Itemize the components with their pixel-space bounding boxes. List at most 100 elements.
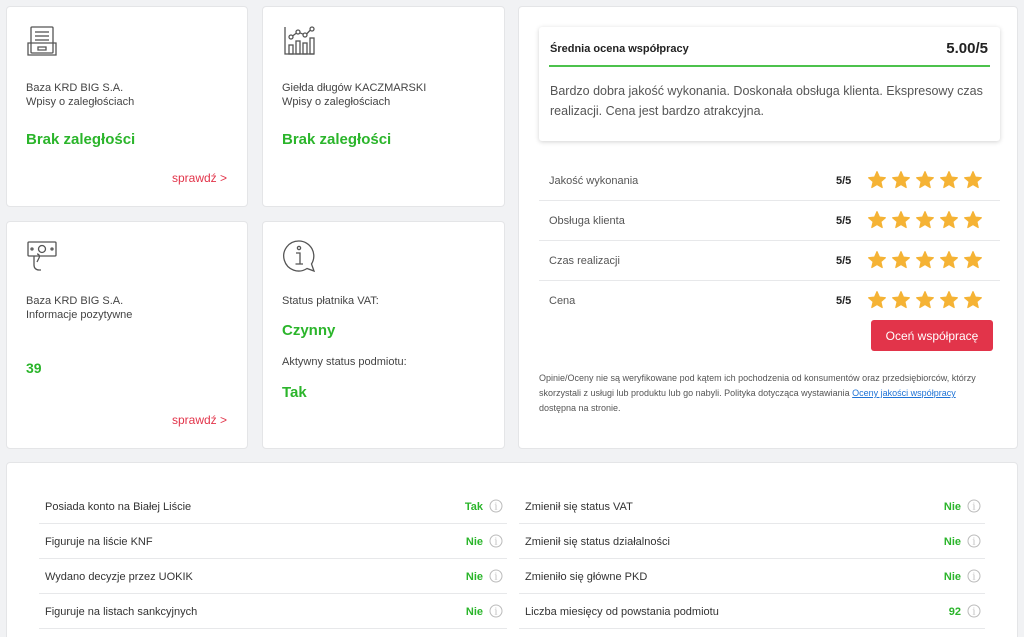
active-status-label: Aktywny status podmiotu: <box>282 356 407 368</box>
check-row: Figuruje na liście KNF Nie i <box>39 524 507 559</box>
check-label: Zmieniło się główne PKD <box>525 571 648 583</box>
krd-debts-source: Baza KRD BIG S.A. Wpisy o zaległościach <box>26 81 134 109</box>
check-row: Liczba miesięcy od powstania podmiotu 92… <box>519 594 985 629</box>
info-icon[interactable]: i <box>489 499 503 513</box>
archive-drawer-icon <box>25 23 61 59</box>
check-row: Zmieniło się główne PKD Nie i <box>519 559 985 594</box>
check-label: Figuruje na listach sankcyjnych <box>45 606 198 618</box>
star-rating <box>867 170 983 190</box>
rating-value: 5/5 <box>836 215 852 227</box>
check-value: Nie <box>465 536 483 548</box>
krd-debts-status: Brak zaległości <box>26 131 136 148</box>
check-row: Zmienił się status VAT Nie i <box>519 489 985 524</box>
rating-comment: Bardzo dobra jakość wykonania. Doskonała… <box>550 84 983 118</box>
check-label: Posiada konto na Białej Liście <box>45 501 192 513</box>
star-rating <box>867 210 983 230</box>
star-icon <box>940 291 958 309</box>
svg-text:i: i <box>973 538 976 548</box>
svg-text:i: i <box>973 573 976 583</box>
check-value: Nie <box>465 571 483 583</box>
svg-text:i: i <box>495 608 498 618</box>
star-icon <box>916 211 934 229</box>
rating-card: Średnia ocena współpracy 5.00/5 Bardzo d… <box>518 6 1018 449</box>
info-icon[interactable]: i <box>967 534 981 548</box>
card-line-2: Wpisy o zaległościach <box>282 96 391 108</box>
star-icon <box>868 291 886 309</box>
info-icon[interactable]: i <box>489 569 503 583</box>
check-label: Liczba miesięcy od powstania podmiotu <box>525 606 719 618</box>
star-icon <box>868 171 886 189</box>
star-icon <box>940 171 958 189</box>
rating-row-price: Cena 5/5 <box>539 281 1000 321</box>
svg-text:i: i <box>495 538 498 548</box>
check-row: Wydano decyzje przez UOKIK Nie i <box>39 559 507 594</box>
check-row: Figuruje na listach sankcyjnych Nie i <box>39 594 507 629</box>
svg-text:i: i <box>973 608 976 618</box>
rating-value: 5/5 <box>836 175 852 187</box>
check-value: 92 <box>948 606 961 618</box>
check-label: Zmienił się status VAT <box>525 501 633 513</box>
rating-label: Czas realizacji <box>549 255 620 267</box>
card-line-1: Giełda długów KACZMARSKI <box>282 82 427 94</box>
rating-value: 5/5 <box>836 295 852 307</box>
info-icon[interactable]: i <box>967 604 981 618</box>
check-row: Zmienił się status działalności Nie i <box>519 524 985 559</box>
average-rating-title: Średnia ocena współpracy <box>550 43 689 55</box>
star-icon <box>868 211 886 229</box>
info-icon[interactable]: i <box>489 534 503 548</box>
star-rating <box>867 250 983 270</box>
svg-text:i: i <box>973 503 976 513</box>
rating-value: 5/5 <box>836 255 852 267</box>
star-icon <box>916 251 934 269</box>
average-rating-score: 5.00/5 <box>946 40 988 57</box>
star-icon <box>892 211 910 229</box>
krd-debts-card: Baza KRD BIG S.A. Wpisy o zaległościach … <box>6 6 248 207</box>
vat-label: Status płatnika VAT: <box>282 295 379 307</box>
check-value: Nie <box>943 571 961 583</box>
krd-positive-check-link[interactable]: sprawdź > <box>172 413 227 427</box>
star-icon <box>940 251 958 269</box>
krd-positive-card: Baza KRD BIG S.A. Informacje pozytywne 3… <box>6 221 248 449</box>
star-icon <box>892 251 910 269</box>
average-rating-box: Średnia ocena współpracy 5.00/5 Bardzo d… <box>539 27 1000 141</box>
star-icon <box>940 211 958 229</box>
star-rating <box>867 290 983 310</box>
money-hand-icon <box>25 238 61 274</box>
rating-disclaimer: Opinie/Oceny nie są weryfikowane pod kąt… <box>539 371 994 416</box>
star-icon <box>916 171 934 189</box>
info-icon[interactable]: i <box>967 569 981 583</box>
analytics-chart-icon <box>281 23 317 59</box>
svg-text:i: i <box>495 573 498 583</box>
card-line-2: Wpisy o zaległościach <box>26 96 135 108</box>
check-value: Tak <box>464 501 483 513</box>
disclaimer-tail: dostępna na stronie. <box>539 403 621 413</box>
rating-row-quality: Jakość wykonania 5/5 <box>539 161 1000 201</box>
kaczmarski-card: Giełda długów KACZMARSKI Wpisy o zaległo… <box>262 6 505 207</box>
star-icon <box>916 291 934 309</box>
info-icon[interactable]: i <box>489 604 503 618</box>
krd-debts-check-link[interactable]: sprawdź > <box>172 171 227 185</box>
vat-status-card: Status płatnika VAT: Czynny Aktywny stat… <box>262 221 505 449</box>
rate-cooperation-button[interactable]: Oceń współpracę <box>871 320 993 351</box>
active-status-value: Tak <box>282 384 307 401</box>
star-icon <box>892 291 910 309</box>
star-icon <box>964 171 982 189</box>
rating-row-time: Czas realizacji 5/5 <box>539 241 1000 281</box>
krd-positive-count: 39 <box>26 360 42 376</box>
card-line-1: Baza KRD BIG S.A. <box>26 295 124 307</box>
rating-label: Jakość wykonania <box>549 175 639 187</box>
check-value: Nie <box>465 606 483 618</box>
rating-policy-link[interactable]: Oceny jakości współpracy <box>852 388 956 398</box>
check-label: Figuruje na liście KNF <box>45 536 153 548</box>
star-icon <box>964 211 982 229</box>
star-icon <box>964 251 982 269</box>
star-icon <box>892 171 910 189</box>
check-value: Nie <box>943 536 961 548</box>
rating-divider <box>549 65 990 67</box>
check-label: Zmienił się status działalności <box>525 536 670 548</box>
rating-label: Cena <box>549 295 576 307</box>
info-icon[interactable]: i <box>967 499 981 513</box>
kaczmarski-status: Brak zaległości <box>282 131 392 148</box>
card-line-1: Baza KRD BIG S.A. <box>26 82 124 94</box>
krd-positive-source: Baza KRD BIG S.A. Informacje pozytywne <box>26 294 132 322</box>
